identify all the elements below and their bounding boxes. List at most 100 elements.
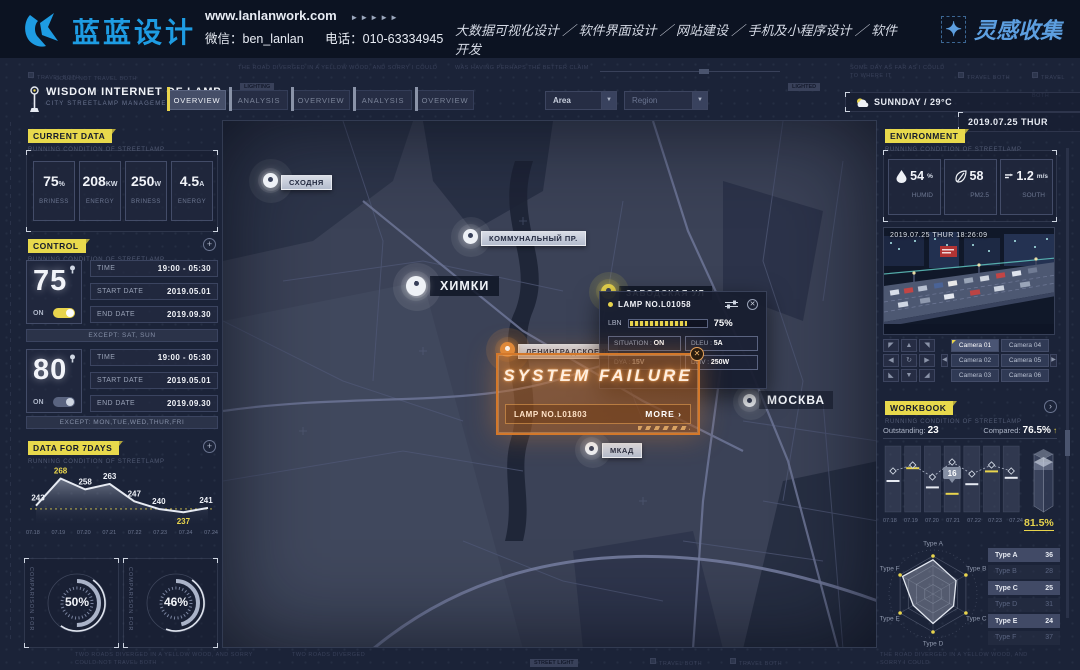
pan-down-right-button[interactable]: ◢ bbox=[919, 369, 935, 382]
pan-up-right-button[interactable]: ◥ bbox=[919, 339, 935, 352]
env-card-humid: 54% HUMID bbox=[888, 159, 941, 215]
right-scrollbar-decor[interactable] bbox=[1066, 148, 1069, 618]
top-strip-text-3: WAS HAVING PERHAPS THE BETTER CLAIM bbox=[455, 64, 635, 72]
env-label: SOUTH bbox=[1005, 192, 1048, 199]
time-row-1[interactable]: TIME19:00 - 05:30 bbox=[90, 260, 218, 277]
env-label: HUMID bbox=[893, 192, 936, 199]
camera-list-prev-icon[interactable]: ◀ bbox=[941, 354, 948, 367]
region-select[interactable]: Region ▼ bbox=[624, 91, 708, 110]
failure-close-icon[interactable]: ✕ bbox=[690, 347, 704, 361]
x-tick: 07.24 bbox=[179, 530, 193, 536]
tab-overview-2[interactable]: OVERVIEW bbox=[292, 90, 350, 110]
type-row-c[interactable]: Type C25 bbox=[988, 581, 1060, 595]
x-tick: 07.20 bbox=[77, 530, 91, 536]
tab-overview-1[interactable]: OVERVIEW bbox=[168, 90, 226, 110]
lamp-popup-title: LAMP NO.L01058 bbox=[618, 300, 720, 309]
camera-button-04[interactable]: Camera 04 bbox=[1001, 339, 1049, 352]
end-date-row-1[interactable]: END DATE2019.09.30 bbox=[90, 306, 218, 323]
type-row-b[interactable]: Type B28 bbox=[988, 565, 1060, 579]
website-link[interactable]: www.lanlanwork.com bbox=[205, 8, 337, 23]
brightness-box-1: 75 ON bbox=[26, 260, 82, 324]
camera-button-01[interactable]: Camera 01 bbox=[951, 339, 999, 352]
lamp-cell-situation: SITUATION : ON bbox=[608, 336, 681, 351]
map-pin-khimki[interactable] bbox=[406, 276, 426, 296]
inspiration-collect[interactable]: ✦ 灵感收集 bbox=[941, 13, 1062, 45]
brightness-value: 80 bbox=[33, 354, 67, 386]
camera-button-02[interactable]: Camera 02 bbox=[951, 354, 999, 367]
tab-label: OVERVIEW bbox=[174, 96, 221, 105]
control-add-button[interactable]: + bbox=[203, 238, 216, 251]
lamp-toggle-1[interactable] bbox=[53, 308, 75, 318]
svg-text:247: 247 bbox=[128, 489, 142, 498]
camera-list-next-icon[interactable]: ▶ bbox=[1050, 354, 1057, 367]
type-row-f[interactable]: Type F37 bbox=[988, 631, 1060, 645]
end-date-row-2[interactable]: END DATE2019.09.30 bbox=[90, 395, 218, 412]
arrows-decor: ►►►►► bbox=[350, 13, 400, 22]
env-unit: m/s bbox=[1037, 173, 1048, 180]
x-tick: 07.23 bbox=[988, 518, 1002, 524]
sliders-icon[interactable] bbox=[725, 300, 738, 309]
pan-down-button[interactable]: ▼ bbox=[901, 369, 917, 382]
stat-value: 250 bbox=[131, 173, 154, 189]
completion-gauge-3d bbox=[1030, 444, 1057, 514]
map-label-khimki: ХИМКИ bbox=[430, 276, 499, 296]
env-value: 1.2 bbox=[1016, 169, 1033, 183]
up-arrow-icon: ↑ bbox=[1053, 426, 1057, 435]
pan-down-left-button[interactable]: ◣ bbox=[883, 369, 899, 382]
camera-button-03[interactable]: Camera 03 bbox=[951, 369, 999, 382]
map-pin-moskva[interactable] bbox=[743, 394, 756, 407]
tab-overview-3[interactable]: OVERVIEW bbox=[416, 90, 474, 110]
tab-analysis-1[interactable]: ANALYSIS bbox=[230, 90, 288, 110]
time-row-2[interactable]: TIME19:00 - 05:30 bbox=[90, 349, 218, 366]
field-label: START DATE bbox=[97, 288, 143, 295]
lamp-toggle-2[interactable] bbox=[53, 397, 75, 407]
svg-text:263: 263 bbox=[103, 472, 117, 481]
x-tick: 07.20 bbox=[925, 518, 939, 524]
workbook-xlabels: 07.1807.1907.2007.2107.2207.2307.24 bbox=[883, 518, 1023, 524]
tab-analysis-2[interactable]: ANALYSIS bbox=[354, 90, 412, 110]
rotate-button[interactable]: ↻ bbox=[901, 354, 917, 367]
camera-timestamp: 2019.07.25 THUR 18:26:09 bbox=[890, 232, 988, 239]
start-date-row-2[interactable]: START DATE2019.05.01 bbox=[90, 372, 218, 389]
data7-add-button[interactable]: + bbox=[203, 440, 216, 453]
stat-card-briness: 75% BRINESS bbox=[33, 161, 75, 221]
top-strip-checkbox-2: TRAVEL BOTH bbox=[958, 66, 1010, 84]
comparison-value-0: 50% bbox=[49, 595, 105, 609]
area-select[interactable]: Area ▼ bbox=[545, 91, 617, 110]
map-pin-kommunalny[interactable] bbox=[463, 229, 478, 244]
lbn-label: LBN bbox=[608, 320, 622, 327]
area-select-value: Area bbox=[546, 92, 601, 109]
map-label-mkad: МКАД bbox=[602, 443, 642, 458]
pan-up-button[interactable]: ▲ bbox=[901, 339, 917, 352]
control-chip: CONTROL bbox=[28, 239, 86, 253]
x-tick: 07.19 bbox=[904, 518, 918, 524]
pan-left-button[interactable]: ◀ bbox=[883, 354, 899, 367]
workbook-more-button[interactable]: › bbox=[1044, 400, 1057, 413]
lamp-popup-close-icon[interactable]: ✕ bbox=[747, 299, 758, 310]
bottom-strip-text-2: TWO ROADS DIVERGED bbox=[292, 651, 365, 659]
data7-chip: DATA FOR 7DAYS bbox=[28, 441, 119, 455]
control-header: CONTROL RUNNING CONDITION OF STREETLAMP bbox=[28, 236, 165, 263]
workbook-bars-svg: 16 bbox=[883, 444, 1023, 516]
start-date-row-1[interactable]: START DATE2019.05.01 bbox=[90, 283, 218, 300]
camera-video-feed[interactable]: 2019.07.25 THUR 18:26:09 bbox=[883, 227, 1055, 335]
view-tabs: OVERVIEW ANALYSIS OVERVIEW ANALYSIS OVER… bbox=[168, 90, 474, 110]
map-label-skhodnya: СХОДНЯ bbox=[281, 175, 332, 190]
failure-more-button[interactable]: MORE › bbox=[645, 409, 682, 419]
city-map[interactable]: СХОДНЯ КОММУНАЛЬНЫЙ ПР. ХИМКИ ЗАВОДСКАЯ … bbox=[222, 120, 877, 648]
pan-up-left-button[interactable]: ◤ bbox=[883, 339, 899, 352]
type-row-d[interactable]: Type D31 bbox=[988, 598, 1060, 612]
camera-button-05[interactable]: Camera 05 bbox=[1001, 354, 1049, 367]
map-pin-mkad[interactable] bbox=[585, 442, 598, 455]
map-pin-skhodnya[interactable] bbox=[263, 173, 278, 188]
stat-value: 75 bbox=[43, 173, 59, 189]
stat-unit: KW bbox=[106, 181, 118, 188]
camera-button-06[interactable]: Camera 06 bbox=[1001, 369, 1049, 382]
pan-right-button[interactable]: ▶ bbox=[919, 354, 935, 367]
radar-axis-label: Type A bbox=[923, 541, 943, 548]
type-row-a[interactable]: Type A36 bbox=[988, 548, 1060, 562]
comparison-label: COMPARISON FOR bbox=[28, 567, 34, 631]
type-row-e[interactable]: Type E24 bbox=[988, 614, 1060, 628]
comparison-value-1: 46% bbox=[148, 595, 204, 609]
region-select-value: Region bbox=[625, 92, 692, 109]
